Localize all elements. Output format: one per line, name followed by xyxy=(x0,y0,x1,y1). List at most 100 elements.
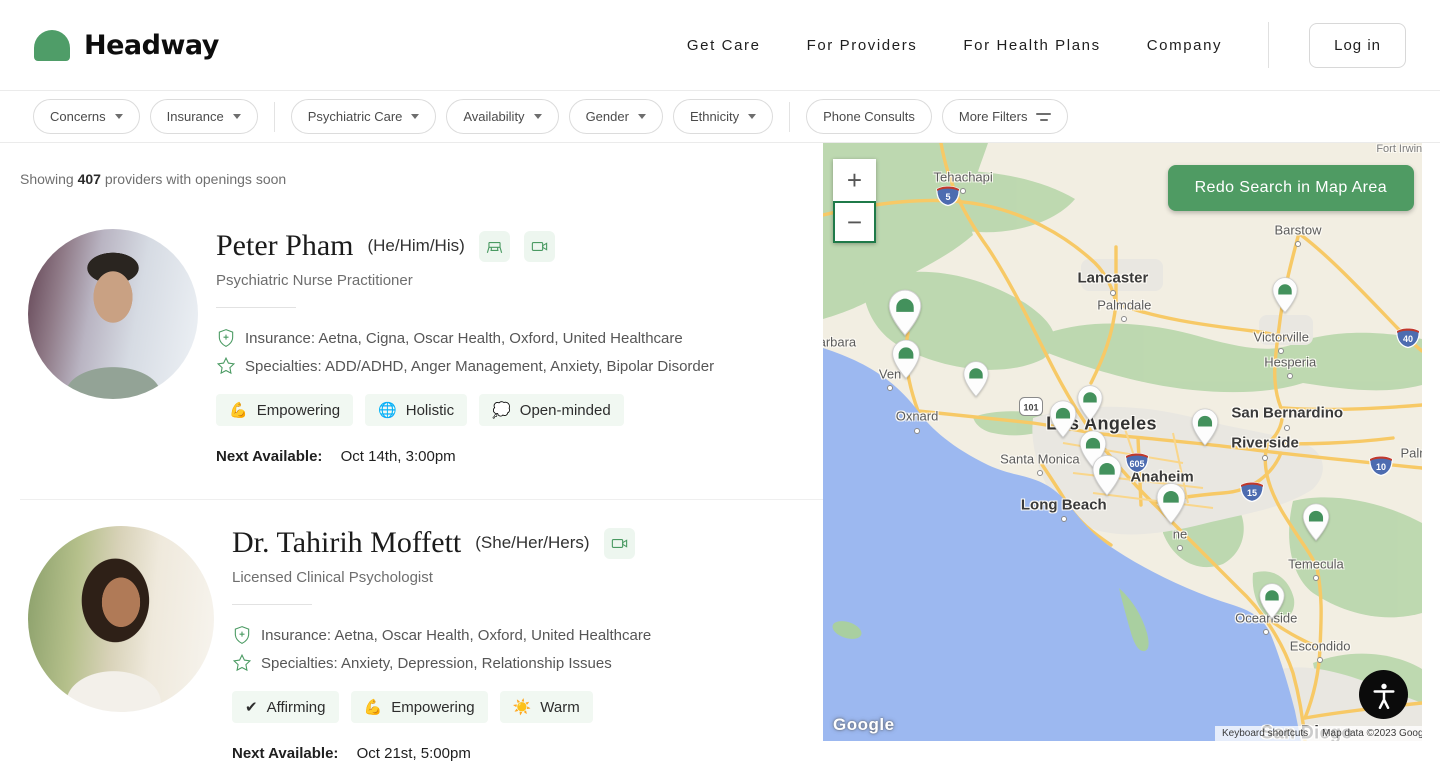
svg-text:10: 10 xyxy=(1376,462,1386,472)
provider-list: Showing 407 providers with openings soon… xyxy=(0,143,823,777)
filter-more-filters[interactable]: More Filters xyxy=(941,99,1069,134)
provider-photo[interactable] xyxy=(28,229,198,399)
filter-bar: Concerns Insurance Psychiatric Care Avai… xyxy=(0,91,1440,143)
provider-map-pin[interactable] xyxy=(1050,400,1077,438)
chevron-down-icon xyxy=(411,114,420,119)
provider-map-pin[interactable] xyxy=(1192,408,1219,447)
map-label: San Bernardino xyxy=(1231,404,1344,422)
trait-badges: 💪 Empowering 🌐 Holistic 💭 Open-minded xyxy=(216,394,714,426)
filter-concerns[interactable]: Concerns xyxy=(33,99,140,134)
map-label: Victorville xyxy=(1253,329,1309,345)
provider-name[interactable]: Dr. Tahirih Moffett xyxy=(232,526,461,560)
map-label: Fort Irwin xyxy=(1376,143,1422,155)
map-town-dot xyxy=(1317,657,1324,664)
sliders-icon xyxy=(1036,112,1052,121)
map-label: Escondido xyxy=(1289,638,1351,654)
map-town-dot xyxy=(1109,289,1116,296)
insurance-text: Insurance: Aetna, Cigna, Oscar Health, O… xyxy=(245,329,683,347)
provider-map-pin[interactable] xyxy=(1077,385,1103,421)
results-count: Showing 407 providers with openings soon xyxy=(20,171,823,187)
filter-label: Availability xyxy=(463,109,525,124)
filter-label: Psychiatric Care xyxy=(307,109,403,124)
chevron-down-icon xyxy=(533,114,542,119)
map-label: Barstow xyxy=(1274,222,1322,238)
zoom-out-button[interactable]: − xyxy=(833,201,876,243)
specialties-text: Specialties: ADD/ADHD, Anger Management,… xyxy=(245,357,715,375)
filter-label: Insurance xyxy=(166,109,224,124)
provider-card[interactable]: Peter Pham (He/Him/His) Psychiatric Nurs… xyxy=(20,187,823,465)
filter-label: More Filters xyxy=(958,109,1028,124)
nav-for-health-plans[interactable]: For Health Plans xyxy=(963,37,1100,54)
map-label: Lancaster xyxy=(1077,269,1149,287)
zoom-in-button[interactable]: + xyxy=(833,159,876,201)
results-prefix: Showing xyxy=(20,171,78,187)
interstate-shield: 15 xyxy=(1239,478,1265,507)
results-number: 407 xyxy=(77,171,101,187)
filter-label: Phone Consults xyxy=(823,109,915,124)
filter-availability[interactable]: Availability xyxy=(446,99,559,134)
keyboard-shortcuts-link[interactable]: Keyboard shortcuts xyxy=(1215,726,1316,741)
filter-phone-consults[interactable]: Phone Consults xyxy=(806,99,932,134)
provider-pronouns: (She/Her/Hers) xyxy=(475,533,590,552)
results-suffix: providers with openings soon xyxy=(100,171,287,187)
provider-map-pin[interactable] xyxy=(1156,482,1186,524)
provider-map-pin[interactable] xyxy=(1302,503,1330,542)
provider-map-pin[interactable] xyxy=(1272,277,1298,313)
provider-name[interactable]: Peter Pham xyxy=(216,229,353,263)
provider-map-pin[interactable] xyxy=(892,339,921,380)
trait-badge: 💪 Empowering xyxy=(216,394,354,426)
map-town-dot xyxy=(1284,424,1291,431)
map-label: Long Beach xyxy=(1020,496,1107,514)
specialties-row: Specialties: ADD/ADHD, Anger Management,… xyxy=(216,356,714,376)
headway-logo[interactable]: Headway xyxy=(34,29,219,61)
map-canvas[interactable]: Fort Irwin Tehachapi Lancaster Palmdale Bars… xyxy=(823,143,1422,741)
provider-card[interactable]: Dr. Tahirih Moffett (She/Her/Hers) Licen… xyxy=(20,500,823,762)
filter-psychiatric-care[interactable]: Psychiatric Care xyxy=(290,99,437,134)
nav-company[interactable]: Company xyxy=(1147,37,1222,54)
nav-get-care[interactable]: Get Care xyxy=(687,37,761,54)
redo-search-button[interactable]: Redo Search in Map Area xyxy=(1167,165,1414,211)
trait-badge: ✔ Affirming xyxy=(232,691,339,723)
login-button[interactable]: Log in xyxy=(1309,22,1406,68)
filter-group-divider xyxy=(789,101,791,132)
filter-insurance[interactable]: Insurance xyxy=(149,99,258,134)
provider-map-pin[interactable] xyxy=(963,361,989,398)
provider-map-pin[interactable] xyxy=(888,289,922,337)
chevron-down-icon xyxy=(114,114,123,119)
map-town-dot xyxy=(1263,629,1270,636)
nav-for-providers[interactable]: For Providers xyxy=(807,37,918,54)
filter-ethnicity[interactable]: Ethnicity xyxy=(672,99,774,134)
map-label: Riverside xyxy=(1231,434,1299,452)
map-town-dot xyxy=(1036,470,1043,477)
svg-text:605: 605 xyxy=(1129,459,1144,469)
map-town-dot xyxy=(1177,545,1183,552)
map-town-dot xyxy=(914,427,921,434)
specialties-row: Specialties: Anxiety, Depression, Relati… xyxy=(232,653,651,673)
svg-text:40: 40 xyxy=(1403,334,1413,344)
map-data-credit: Map data ©2023 Google, INEGI xyxy=(1315,726,1422,741)
nav-divider xyxy=(1268,22,1270,68)
star-icon xyxy=(232,653,252,672)
in-person-chair-icon xyxy=(478,230,510,262)
filter-gender[interactable]: Gender xyxy=(568,99,663,134)
insurance-text: Insurance: Aetna, Oscar Health, Oxford, … xyxy=(261,626,652,644)
interstate-shield: 5 xyxy=(935,182,961,211)
star-icon xyxy=(216,356,236,375)
video-session-icon xyxy=(523,230,555,262)
map-label: Santa Monica xyxy=(1000,451,1080,467)
map-town-dot xyxy=(1295,241,1301,248)
provider-photo[interactable] xyxy=(28,526,214,712)
badge-label: Holistic xyxy=(405,401,455,419)
map-label: ne xyxy=(1172,526,1188,542)
accessibility-widget-button[interactable] xyxy=(1359,670,1408,719)
divider xyxy=(216,307,296,308)
badge-label: Empowering xyxy=(256,401,341,419)
badge-emoji: ✔ xyxy=(245,699,258,716)
divider xyxy=(232,604,312,605)
provider-map-pin[interactable] xyxy=(1259,583,1285,619)
insurance-row: Insurance: Aetna, Cigna, Oscar Health, O… xyxy=(216,328,714,348)
next-available-row: Next Available: Oct 21st, 5:00pm xyxy=(232,745,651,762)
map-town-dot xyxy=(1312,575,1319,582)
map-town-dot xyxy=(1121,316,1128,323)
provider-map-pin[interactable] xyxy=(1092,454,1122,496)
